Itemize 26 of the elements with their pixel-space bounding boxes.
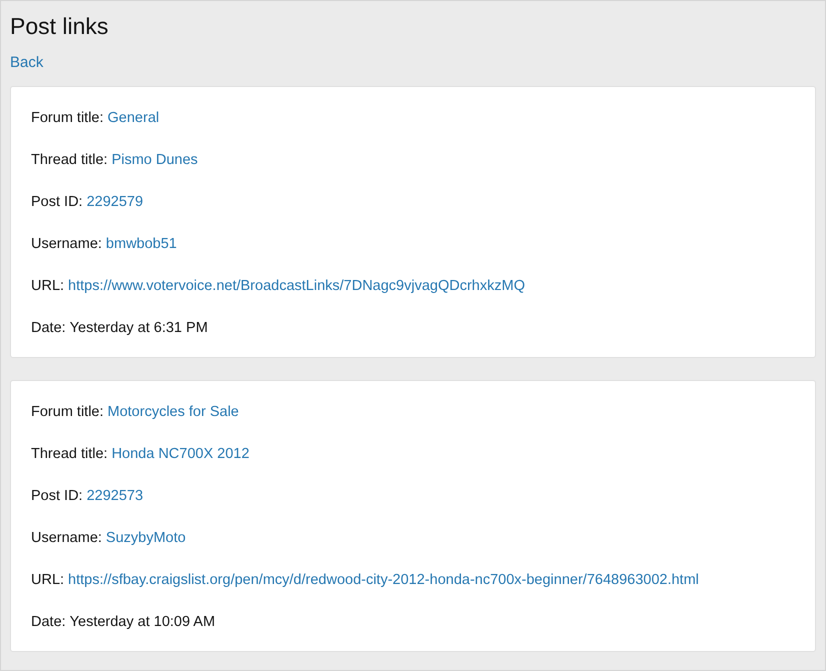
field-label: Username: <box>31 235 102 254</box>
field-link[interactable]: Honda NC700X 2012 <box>112 444 250 464</box>
field-label: URL: <box>31 571 64 590</box>
field-link[interactable]: 2292579 <box>86 192 144 212</box>
field-label: Thread title: <box>31 445 108 464</box>
field-link[interactable]: https://www.votervoice.net/BroadcastLinks/7DNagc9vjvagQDcrhxkzMQ <box>68 276 525 296</box>
back-link[interactable]: Back <box>10 54 44 72</box>
field-link[interactable]: Pismo Dunes <box>112 150 198 170</box>
field-label: Forum title: <box>31 109 104 128</box>
field-label: Username: <box>31 529 102 548</box>
field-link[interactable]: bmwbob51 <box>106 234 177 254</box>
field-label: Date: <box>31 613 66 632</box>
field-label: Post ID: <box>31 487 83 506</box>
field-label: Thread title: <box>31 151 108 170</box>
field-link[interactable]: https://sfbay.craigslist.org/pen/mcy/d/redwood-city-2012-honda-nc700x-beginner/7648963002.html <box>68 570 699 590</box>
field-label: URL: <box>31 277 64 296</box>
field-value: Yesterday at 10:09 AM <box>70 613 216 632</box>
field-label: Date: <box>31 319 66 338</box>
field-value: Yesterday at 6:31 PM <box>70 319 208 338</box>
field-label: Post ID: <box>31 193 83 212</box>
page-title: Post links <box>10 12 108 40</box>
field-link[interactable]: Motorcycles for Sale <box>108 402 239 422</box>
field-link[interactable]: General <box>108 108 160 128</box>
field-label: Forum title: <box>31 403 104 422</box>
field-link[interactable]: 2292573 <box>86 486 144 506</box>
field-link[interactable]: SuzybyMoto <box>106 528 186 548</box>
